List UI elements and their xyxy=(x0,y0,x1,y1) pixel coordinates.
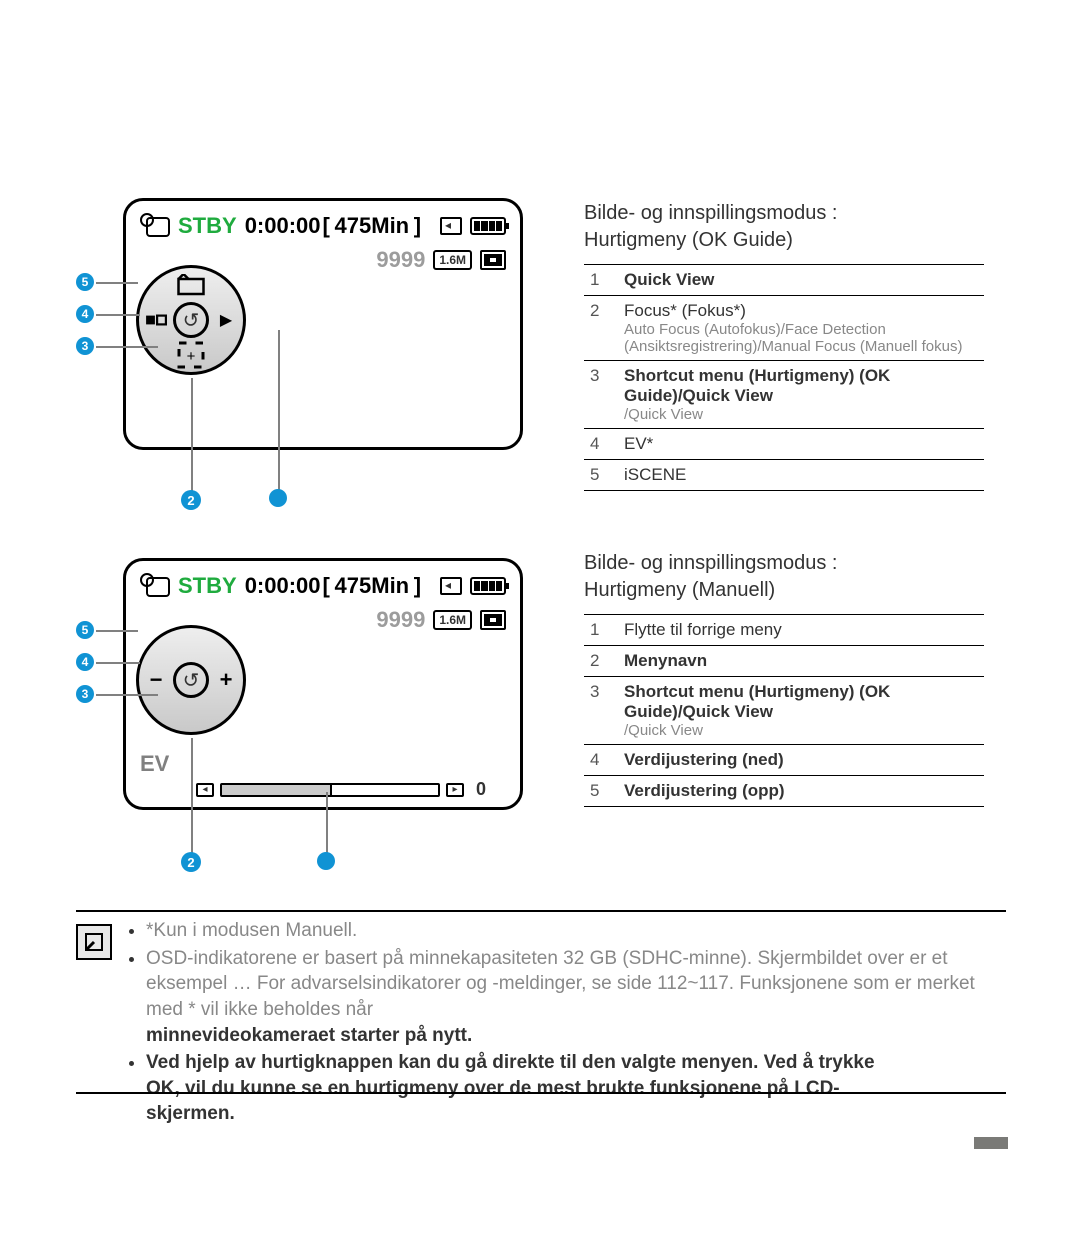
callout-3: 3 xyxy=(76,337,94,355)
lcd-top-bar: STBY 0:00:00 475Min xyxy=(126,213,520,239)
callout-4: 4 xyxy=(76,305,94,323)
plus-button[interactable]: + xyxy=(215,665,237,695)
table-manual: 1Flytte til forrige meny 2Menynavn 3Shor… xyxy=(584,614,984,807)
ok-center[interactable]: ↺ xyxy=(173,302,209,338)
caption-manual: Bilde- og innspillingsmodus : Hurtigmeny… xyxy=(584,550,837,604)
scene-icon[interactable] xyxy=(176,274,206,296)
ev-value: 0 xyxy=(476,779,486,800)
callout-5: 5 xyxy=(76,621,94,639)
leader-line xyxy=(278,330,280,496)
caption-line: Hurtigmeny (Manuell) xyxy=(584,579,775,601)
svg-text:+: + xyxy=(187,348,196,365)
battery-icon xyxy=(470,577,506,595)
leader-line xyxy=(96,662,140,664)
caption-line: Bilde- og innspillingsmodus : xyxy=(584,202,837,224)
note-item: Ved hjelp av hurtigknappen kan du gå dir… xyxy=(146,1050,1008,1127)
leader-line xyxy=(326,792,328,858)
play-icon[interactable]: ▶ xyxy=(215,305,237,335)
table-guide: 1Quick View 2Focus* (Fokus*)Auto Focus (… xyxy=(584,264,984,491)
thumbnail-icon xyxy=(480,610,506,630)
lcd-screen-2: STBY 0:00:00 475Min 9999 1.6M − + ↺ EV ◂… xyxy=(123,558,523,810)
control-wheel[interactable]: ▶ + ↺ xyxy=(136,265,246,375)
table-row: 3Shortcut menu (Hurtigmeny) (OK Guide)/Q… xyxy=(584,361,984,429)
leader-line xyxy=(96,630,138,632)
timecode: 0:00:00 xyxy=(245,573,321,599)
card-icon xyxy=(440,217,462,235)
table-row: 5iSCENE xyxy=(584,460,984,491)
table-row: 2Focus* (Fokus*)Auto Focus (Autofokus)/F… xyxy=(584,296,984,361)
table-row: 1Quick View xyxy=(584,265,984,296)
lcd-screen-1: STBY 0:00:00 475Min 9999 1.6M ▶ + ↺ xyxy=(123,198,523,450)
caption-line: Hurtigmeny (OK Guide) xyxy=(584,229,793,251)
leader-line xyxy=(191,378,193,496)
ev-label: EV xyxy=(140,751,169,777)
table-row: 2Menynavn xyxy=(584,646,984,677)
caption-line: Bilde- og innspillingsmodus : xyxy=(584,552,837,574)
callout-dot xyxy=(269,489,287,507)
table-row: 4EV* xyxy=(584,429,984,460)
photo-count: 9999 xyxy=(376,247,425,273)
slider-right-icon[interactable]: ▸ xyxy=(446,783,464,797)
table-row: 4Verdijustering (ned) xyxy=(584,745,984,776)
leader-line xyxy=(96,346,158,348)
note-icon xyxy=(76,924,112,960)
focus-icon[interactable]: + xyxy=(176,344,206,366)
leader-line xyxy=(191,738,193,858)
ev-slider[interactable]: ◂ ▸ 0 xyxy=(196,779,486,800)
callout-2: 2 xyxy=(181,490,201,510)
callout-4: 4 xyxy=(76,653,94,671)
leader-line xyxy=(96,314,140,316)
resolution-badge: 1.6M xyxy=(433,610,472,630)
status-text: STBY xyxy=(178,573,237,599)
lcd-second-row: 9999 1.6M xyxy=(376,247,506,273)
time-remaining: 475Min xyxy=(329,573,416,599)
lcd-second-row: 9999 1.6M xyxy=(376,607,506,633)
ev-icon[interactable] xyxy=(145,305,167,335)
time-remaining: 475Min xyxy=(329,213,416,239)
resolution-badge: 1.6M xyxy=(433,250,472,270)
callout-3: 3 xyxy=(76,685,94,703)
table-row: 5Verdijustering (opp) xyxy=(584,776,984,807)
battery-icon xyxy=(470,217,506,235)
table-row: 1Flytte til forrige meny xyxy=(584,615,984,646)
notes-block: *Kun i modusen Manuell. OSD-indikatorene… xyxy=(128,918,1008,1129)
leader-line xyxy=(96,282,138,284)
camcorder-icon xyxy=(140,215,170,237)
thumbnail-icon xyxy=(480,250,506,270)
status-text: STBY xyxy=(178,213,237,239)
lcd-top-bar: STBY 0:00:00 475Min xyxy=(126,573,520,599)
page-number-bar xyxy=(974,1137,1008,1149)
slider-track[interactable] xyxy=(220,783,440,797)
photo-count: 9999 xyxy=(376,607,425,633)
table-row: 3Shortcut menu (Hurtigmeny) (OK Guide)/Q… xyxy=(584,677,984,745)
note-item: *Kun i modusen Manuell. xyxy=(146,918,1008,944)
callout-dot xyxy=(317,852,335,870)
leader-line xyxy=(96,694,158,696)
timecode: 0:00:00 xyxy=(245,213,321,239)
control-wheel[interactable]: − + ↺ xyxy=(136,625,246,735)
note-item: OSD-indikatorene er basert på minnekapas… xyxy=(146,946,1008,1049)
ok-center[interactable]: ↺ xyxy=(173,662,209,698)
slider-left-icon[interactable]: ◂ xyxy=(196,783,214,797)
camcorder-icon xyxy=(140,575,170,597)
callout-2: 2 xyxy=(181,852,201,872)
callout-5: 5 xyxy=(76,273,94,291)
caption-guide: Bilde- og innspillingsmodus : Hurtigmeny… xyxy=(584,200,837,254)
card-icon xyxy=(440,577,462,595)
minus-button[interactable]: − xyxy=(145,665,167,695)
